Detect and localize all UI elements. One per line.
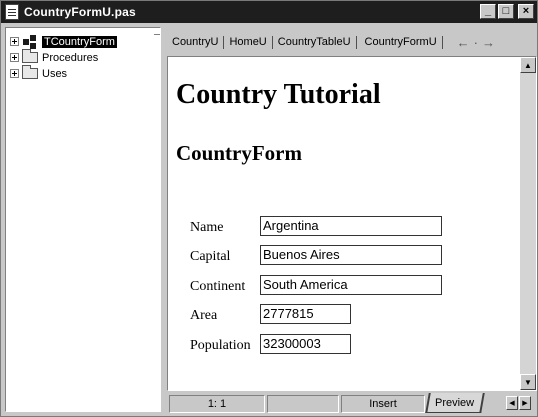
field-label: Continent: [190, 279, 246, 294]
splitter-handle[interactable]: [154, 27, 160, 35]
scroll-down-icon[interactable]: ▼: [520, 374, 536, 390]
expand-icon[interactable]: [10, 53, 19, 62]
editor-window: CountryFormU.pas _ □ × TCountryForm Proc…: [0, 0, 538, 417]
tab-countryu[interactable]: CountryU: [167, 35, 225, 49]
scroll-up-icon[interactable]: ▲: [520, 57, 536, 73]
area-field[interactable]: 2777815: [260, 304, 351, 324]
form-row-area: Area: [190, 305, 217, 327]
tab-scroll-right-icon[interactable]: ▶: [519, 396, 531, 410]
status-bar: 1: 1 Insert Preview ◀ ▶: [167, 393, 537, 415]
expand-icon[interactable]: [10, 69, 19, 78]
window-title: CountryFormU.pas: [24, 5, 136, 19]
tab-countrytableu[interactable]: CountryTableU: [273, 35, 357, 49]
modified-indicator: [267, 395, 339, 413]
tree-item-label: Uses: [42, 67, 68, 80]
tab-countryformu[interactable]: CountryFormU: [357, 35, 443, 49]
nav-back-icon[interactable]: ←: [457, 35, 474, 50]
form-row-population: Population: [190, 335, 251, 357]
preview-pane[interactable]: Country Tutorial CountryForm Name Argent…: [167, 56, 537, 391]
population-field[interactable]: 32300003: [260, 334, 351, 354]
nav-dropdown-icon[interactable]: ·: [474, 35, 482, 50]
nav-forward-icon[interactable]: →: [482, 35, 499, 50]
continent-field[interactable]: South America: [260, 275, 442, 295]
name-field[interactable]: Argentina: [260, 216, 442, 236]
tree-item-uses[interactable]: Uses: [10, 65, 68, 81]
tab-scroll-left-icon[interactable]: ◀: [506, 396, 518, 410]
tab-homeu[interactable]: HomeU: [224, 35, 273, 49]
form-row-continent: Continent: [190, 276, 245, 298]
page-heading: Country Tutorial: [176, 79, 381, 110]
file-tabs: CountryU HomeU CountryTableU CountryForm…: [167, 27, 537, 57]
tree-item-label: Procedures: [42, 51, 99, 64]
minimize-button[interactable]: _: [480, 4, 496, 19]
folder-icon: [22, 65, 38, 79]
preview-tab-label: Preview: [435, 396, 475, 409]
class-icon: [22, 34, 38, 49]
form-row-capital: Capital: [190, 246, 230, 268]
field-label: Capital: [190, 249, 231, 264]
vertical-scrollbar[interactable]: ▲ ▼: [520, 57, 536, 390]
form-row-name: Name: [190, 217, 223, 239]
field-label: Population: [190, 338, 251, 353]
capital-field[interactable]: Buenos Aires: [260, 245, 442, 265]
form-heading: CountryForm: [176, 141, 302, 165]
field-label: Name: [190, 220, 224, 235]
insert-mode: Insert: [341, 395, 425, 413]
document-icon: [5, 4, 19, 20]
tree-item-procedures[interactable]: Procedures: [10, 49, 99, 65]
close-button[interactable]: ×: [518, 4, 534, 19]
tree-item-label: TCountryForm: [42, 35, 117, 48]
code-explorer-tree[interactable]: TCountryForm Procedures Uses: [5, 27, 161, 412]
tab-preview[interactable]: Preview: [425, 393, 485, 413]
folder-icon: [22, 49, 38, 63]
field-label: Area: [190, 308, 218, 323]
tree-item-tcountryform[interactable]: TCountryForm: [10, 34, 117, 49]
cursor-position: 1: 1: [169, 395, 265, 413]
maximize-button[interactable]: □: [498, 4, 514, 19]
title-bar[interactable]: CountryFormU.pas _ □ ×: [1, 1, 537, 23]
expand-icon[interactable]: [10, 37, 19, 46]
